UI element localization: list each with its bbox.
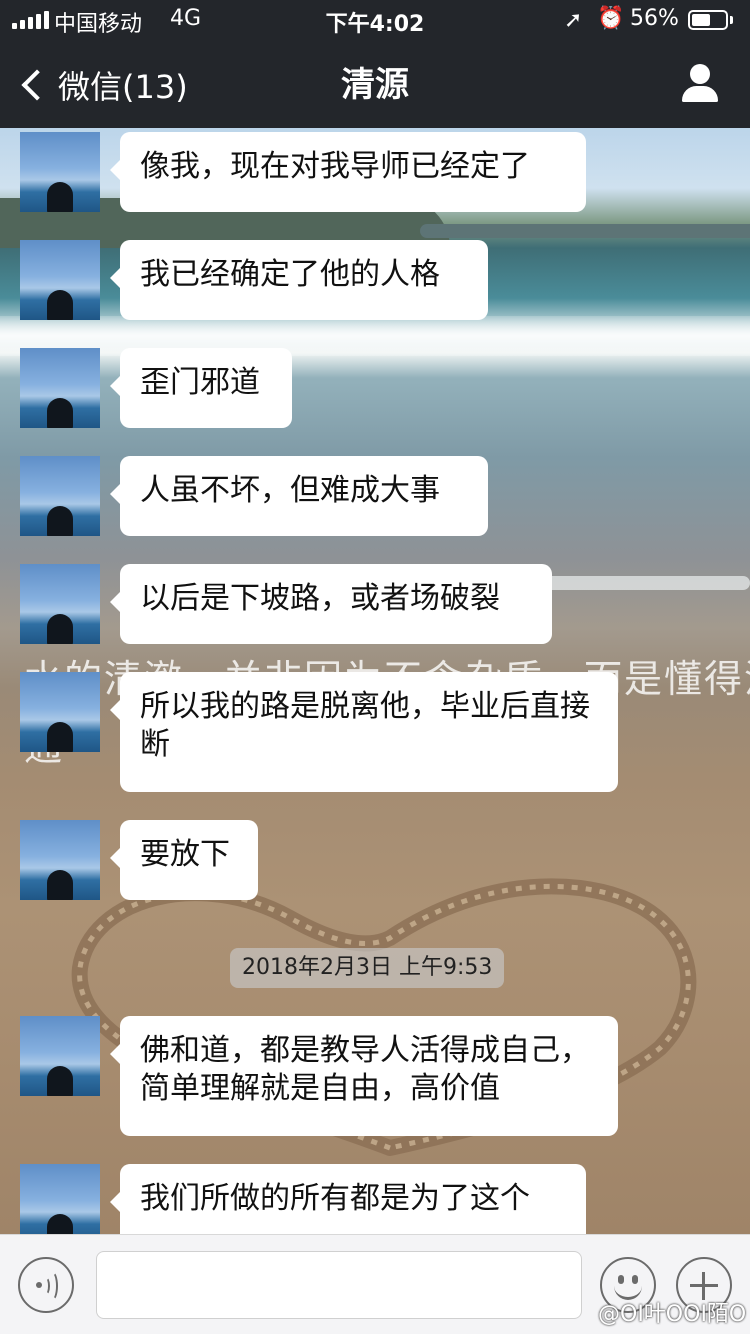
- avatar[interactable]: [20, 672, 100, 752]
- timestamp-label: 2018年2月3日 上午9:53: [230, 948, 505, 988]
- message-bubble[interactable]: 我已经确定了他的人格: [110, 240, 488, 320]
- status-bar: 中国移动 4G 下午4:02 ➚ ⏰ 56%: [0, 0, 750, 40]
- watermark: @OI叶OOI陌O: [598, 1302, 747, 1327]
- message-bubble[interactable]: 要放下: [110, 820, 258, 900]
- avatar[interactable]: [20, 1164, 100, 1234]
- alarm-icon: ⏰: [597, 6, 625, 31]
- top-bar: 中国移动 4G 下午4:02 ➚ ⏰ 56% 微信(13) 清源: [0, 0, 750, 128]
- background-far-shore: [420, 224, 750, 238]
- voice-icon[interactable]: [18, 1257, 74, 1313]
- location-arrow-icon: ➚: [564, 8, 583, 33]
- avatar[interactable]: [20, 456, 100, 536]
- battery-tip: [730, 16, 733, 24]
- message-bubble[interactable]: 所以我的路是脱离他，毕业后直接断: [110, 672, 618, 792]
- avatar[interactable]: [20, 564, 100, 644]
- message-bubble[interactable]: 佛和道，都是教导人活得成自己，简单理解就是自由，高价值: [110, 1016, 618, 1136]
- battery-percent: 56%: [630, 6, 679, 31]
- message-bubble[interactable]: 人虽不坏，但难成大事: [110, 456, 488, 536]
- person-icon[interactable]: [680, 62, 720, 106]
- background-foam: [520, 576, 750, 590]
- avatar[interactable]: [20, 240, 100, 320]
- message-bubble[interactable]: 以后是下坡路，或者场破裂: [110, 564, 552, 644]
- avatar[interactable]: [20, 132, 100, 212]
- message-bubble[interactable]: 歪门邪道: [110, 348, 292, 428]
- background-wave: [0, 316, 750, 356]
- battery-icon: [688, 10, 728, 30]
- chat-area[interactable]: 水的清澈，并非因为不含杂质，而是懂得沉淀； 通 白取舍。 像我，现在对我导师已经…: [0, 128, 750, 1234]
- message-bubble[interactable]: 像我，现在对我导师已经定了: [110, 132, 586, 212]
- avatar[interactable]: [20, 348, 100, 428]
- battery-fill: [692, 14, 710, 26]
- message-bubble[interactable]: 我们所做的所有都是为了这个: [110, 1164, 586, 1234]
- avatar[interactable]: [20, 820, 100, 900]
- chat-title: 清源: [341, 65, 409, 105]
- avatar[interactable]: [20, 1016, 100, 1096]
- message-input[interactable]: [96, 1251, 582, 1319]
